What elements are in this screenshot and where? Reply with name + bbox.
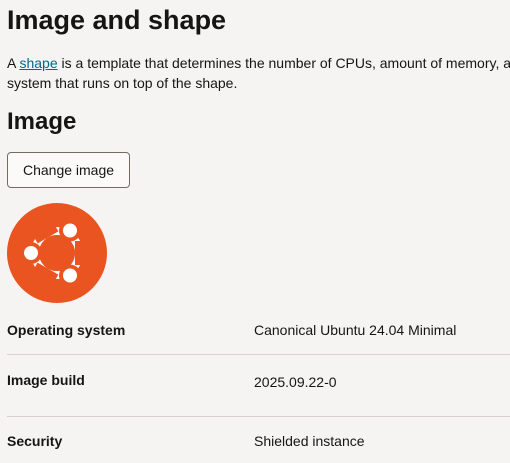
page-title: Image and shape <box>7 5 227 35</box>
change-image-button[interactable]: Change image <box>7 152 130 188</box>
security-value: Shielded instance <box>254 433 365 449</box>
operating-system-value: Canonical Ubuntu 24.04 Minimal <box>254 322 457 338</box>
image-section-title: Image <box>7 108 77 135</box>
intro-rest: is a template that determines the number… <box>57 55 510 71</box>
image-build-value: 2025.09.22-0 <box>254 374 337 390</box>
security-label: Security <box>7 433 63 449</box>
operating-system-label: Operating system <box>7 322 126 338</box>
detail-row-operating-system: Operating system Canonical Ubuntu 24.04 … <box>7 303 510 355</box>
image-details: Operating system Canonical Ubuntu 24.04 … <box>7 303 510 463</box>
intro-text: A shape is a template that determines th… <box>7 53 510 93</box>
intro-prefix: A <box>7 55 20 71</box>
intro-line-2: system that runs on top of the shape. <box>7 75 238 91</box>
detail-row-image-build: Image build 2025.09.22-0 <box>7 355 510 417</box>
ubuntu-logo-icon <box>7 203 107 303</box>
detail-row-security: Security Shielded instance <box>7 417 510 463</box>
image-build-label: Image build <box>7 372 85 388</box>
shape-link[interactable]: shape <box>19 55 57 71</box>
